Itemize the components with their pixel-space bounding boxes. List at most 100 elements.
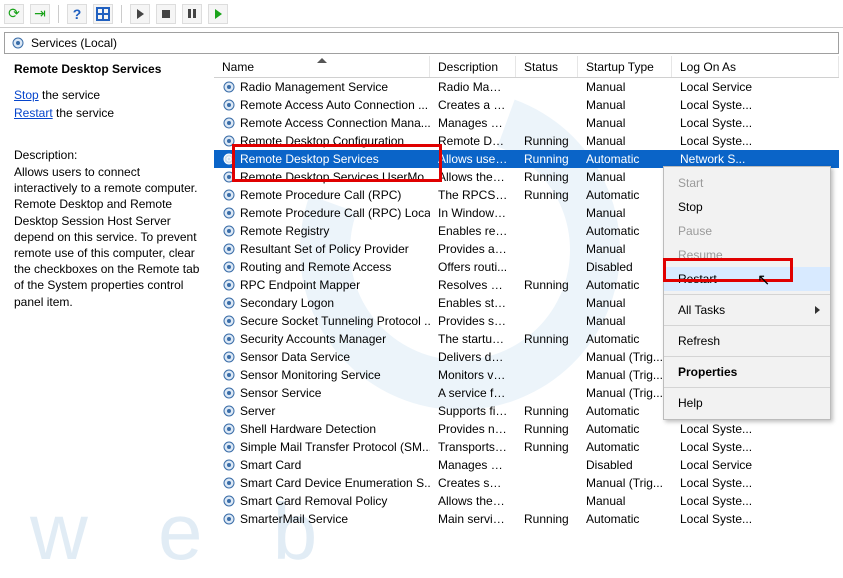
service-log-on-as: Local Syste...	[672, 134, 839, 148]
service-description: Transports e...	[430, 440, 516, 454]
service-name: Simple Mail Transfer Protocol (SM...	[240, 440, 430, 454]
col-log-on-as[interactable]: Log On As	[672, 56, 839, 77]
start-service-icon[interactable]	[130, 4, 150, 24]
gear-icon	[222, 440, 236, 454]
table-row[interactable]: Remote Access Auto Connection ...Creates…	[214, 96, 839, 114]
service-log-on-as: Local Syste...	[672, 512, 839, 526]
gear-icon	[222, 260, 236, 274]
help-icon[interactable]: ?	[67, 4, 87, 24]
service-name: RPC Endpoint Mapper	[240, 278, 360, 292]
ctx-stop[interactable]: Stop	[664, 195, 830, 219]
table-row[interactable]: Remote Desktop Configuration Remote Des..…	[214, 132, 839, 150]
ctx-restart[interactable]: Restart	[664, 267, 830, 291]
refresh-icon[interactable]: ⟳	[4, 4, 24, 24]
service-description: Enables star...	[430, 296, 516, 310]
service-name: Remote Desktop Configuration	[240, 134, 404, 148]
col-name[interactable]: Name	[214, 56, 430, 77]
service-description: The RPCSS ...	[430, 188, 516, 202]
gear-icon	[11, 36, 25, 50]
ctx-pause: Pause	[664, 219, 830, 243]
service-description: The startup ...	[430, 332, 516, 346]
gear-icon	[222, 134, 236, 148]
service-startup-type: Manual	[578, 494, 672, 508]
service-status: Running	[516, 134, 578, 148]
service-name: SmarterMail Service	[240, 512, 348, 526]
service-name: Sensor Data Service	[240, 350, 350, 364]
service-startup-type: Disabled	[578, 260, 672, 274]
sort-asc-icon	[317, 58, 327, 63]
service-status: Running	[516, 278, 578, 292]
service-name: Resultant Set of Policy Provider	[240, 242, 409, 256]
tree-node-label: Services (Local)	[31, 36, 117, 50]
gear-icon	[222, 278, 236, 292]
restart-link[interactable]: Restart	[14, 106, 53, 120]
service-description: Monitors va...	[430, 368, 516, 382]
col-startup-type[interactable]: Startup Type	[578, 56, 672, 77]
service-description: A service fo...	[430, 386, 516, 400]
service-name: Security Accounts Manager	[240, 332, 386, 346]
service-log-on-as: Local Syste...	[672, 476, 839, 490]
service-description: Allows the s...	[430, 494, 516, 508]
service-description: Remote Des...	[430, 134, 516, 148]
ctx-refresh[interactable]: Refresh	[664, 329, 830, 353]
service-startup-type: Manual	[578, 80, 672, 94]
export-icon[interactable]: ⇥	[30, 4, 50, 24]
service-name: Secondary Logon	[240, 296, 334, 310]
col-description[interactable]: Description	[430, 56, 516, 77]
gear-icon	[222, 152, 236, 166]
gear-icon	[222, 296, 236, 310]
service-log-on-as: Local Syste...	[672, 440, 839, 454]
service-description: Creates soft...	[430, 476, 516, 490]
gear-icon	[222, 404, 236, 418]
table-row[interactable]: Shell Hardware DetectionProvides no...Ru…	[214, 420, 839, 438]
restart-service-icon[interactable]	[208, 4, 228, 24]
stop-service-icon[interactable]	[156, 4, 176, 24]
service-description: Radio Mana...	[430, 80, 516, 94]
service-description: Allows user...	[430, 152, 516, 166]
service-startup-type: Automatic	[578, 278, 672, 292]
ctx-properties[interactable]: Properties	[664, 360, 830, 384]
table-row[interactable]: SmarterMail ServiceMain servic...Running…	[214, 510, 839, 528]
service-status: Running	[516, 188, 578, 202]
service-description: Provides no...	[430, 422, 516, 436]
ctx-help[interactable]: Help	[664, 391, 830, 415]
gear-icon	[222, 350, 236, 364]
properties-icon[interactable]	[93, 4, 113, 24]
service-startup-type: Automatic	[578, 440, 672, 454]
table-row[interactable]: Radio Management ServiceRadio Mana...Man…	[214, 78, 839, 96]
gear-icon	[222, 422, 236, 436]
col-status[interactable]: Status	[516, 56, 578, 77]
table-row[interactable]: Smart CardManages ac...DisabledLocal Ser…	[214, 456, 839, 474]
ctx-all-tasks[interactable]: All Tasks	[664, 298, 830, 322]
stop-link[interactable]: Stop	[14, 88, 39, 102]
pause-service-icon[interactable]	[182, 4, 202, 24]
gear-icon	[222, 476, 236, 490]
service-log-on-as: Local Syste...	[672, 422, 839, 436]
tree-node-services-local[interactable]: Services (Local)	[4, 32, 839, 54]
service-description: Supports fil...	[430, 404, 516, 418]
service-name: Remote Registry	[240, 224, 329, 238]
service-startup-type: Manual (Trig...	[578, 476, 672, 490]
service-startup-type: Manual	[578, 242, 672, 256]
service-startup-type: Automatic	[578, 422, 672, 436]
service-startup-type: Automatic	[578, 224, 672, 238]
service-description: Provides su...	[430, 314, 516, 328]
table-row[interactable]: Smart Card Device Enumeration S...Create…	[214, 474, 839, 492]
description-text: Allows users to connect interactively to…	[14, 164, 204, 310]
service-startup-type: Manual (Trig...	[578, 350, 672, 364]
service-startup-type: Manual	[578, 296, 672, 310]
service-startup-type: Automatic	[578, 512, 672, 526]
service-status: Running	[516, 332, 578, 346]
table-row[interactable]: Remote Access Connection Mana...Manages …	[214, 114, 839, 132]
service-startup-type: Automatic	[578, 188, 672, 202]
service-log-on-as: Local Syste...	[672, 116, 839, 130]
service-name: Smart Card	[240, 458, 301, 472]
table-row[interactable]: Smart Card Removal PolicyAllows the s...…	[214, 492, 839, 510]
gear-icon	[222, 332, 236, 346]
gear-icon	[222, 206, 236, 220]
ctx-resume: Resume	[664, 243, 830, 267]
gear-icon	[222, 98, 236, 112]
service-name: Remote Procedure Call (RPC) Loca...	[240, 206, 430, 220]
table-row[interactable]: Simple Mail Transfer Protocol (SM...Tran…	[214, 438, 839, 456]
service-startup-type: Manual (Trig...	[578, 368, 672, 382]
